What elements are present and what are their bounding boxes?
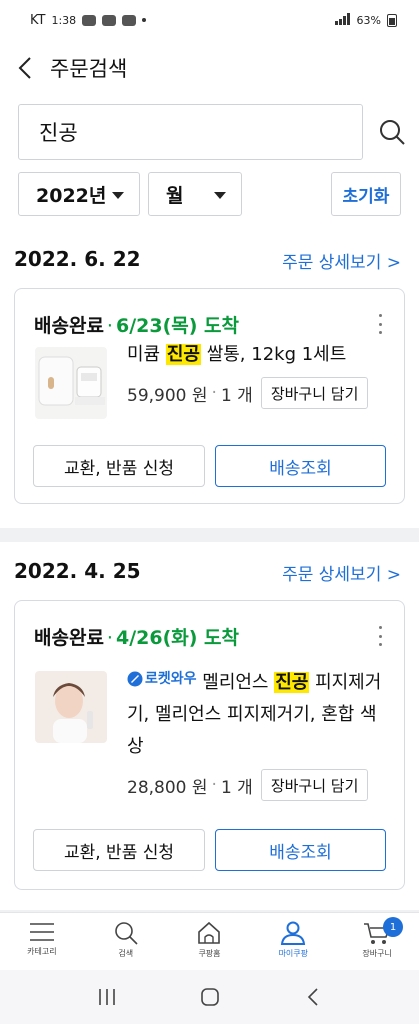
home-square-icon	[200, 988, 219, 1006]
price-row: 59,900 원 · 1 개 장바구니 담기	[127, 377, 390, 409]
arrival-date: 4/26(화) 도착	[115, 627, 239, 649]
rocket-icon	[127, 671, 143, 687]
tab-label: 마이쿠팡	[278, 949, 309, 958]
exchange-return-button[interactable]: 교환, 반품 신청	[33, 829, 205, 871]
person-icon	[281, 921, 306, 945]
add-to-cart-button[interactable]: 장바구니 담기	[260, 377, 369, 409]
recent-apps-icon	[98, 989, 115, 1005]
back-button[interactable]	[0, 40, 50, 96]
exchange-return-button[interactable]: 교환, 반품 신청	[33, 445, 205, 487]
search-icon	[380, 120, 405, 145]
tab-category[interactable]: 카테고리	[0, 913, 84, 970]
cart-count-badge: 1	[383, 917, 404, 937]
product-title[interactable]: 미큠 진공 쌀통, 12kg 1세트	[127, 339, 390, 371]
home-icon	[198, 921, 221, 944]
arrival-date: 6/23(목) 도착	[115, 315, 239, 337]
delivery-status: 배송완료 · 6/23(목) 도착	[34, 315, 239, 337]
menu-icon	[29, 923, 54, 941]
order-detail-link[interactable]: 주문 상세보기 >	[282, 248, 401, 273]
track-delivery-button[interactable]: 배송조회	[215, 829, 386, 871]
caret-down-icon	[112, 192, 124, 199]
search-icon	[114, 922, 138, 945]
notification-icon	[122, 14, 137, 26]
more-options-icon[interactable]	[370, 311, 390, 337]
more-options-icon[interactable]	[370, 623, 390, 649]
tab-my-coupang[interactable]: 마이쿠팡	[251, 913, 335, 970]
search-input[interactable]	[18, 104, 363, 160]
recent-apps-button[interactable]	[87, 977, 127, 1017]
back-system-button[interactable]	[293, 977, 333, 1017]
home-button[interactable]	[190, 977, 230, 1017]
order-group: 2022. 4. 25 주문 상세보기 > 배송완료 · 4/26(화) 도착 로켓…	[0, 542, 419, 910]
order-card: 배송완료 · 4/26(화) 도착 로켓와우 멜리언스 진공 피지제거기, 멜리언스…	[14, 600, 405, 890]
order-date: 2022. 6. 22	[14, 247, 141, 271]
order-detail-link[interactable]: 주문 상세보기 >	[282, 560, 401, 585]
track-delivery-button[interactable]: 배송조회	[215, 445, 386, 487]
add-to-cart-button[interactable]: 장바구니 담기	[260, 769, 369, 801]
delivery-status: 배송완료 · 4/26(화) 도착	[34, 627, 239, 649]
product-info: 미큠 진공 쌀통, 12kg 1세트 59,900 원 · 1 개 장바구니 담…	[127, 339, 390, 409]
more-notifications-icon	[142, 18, 147, 22]
caret-down-icon	[214, 192, 226, 199]
tab-label: 검색	[118, 949, 134, 958]
status-label: 배송완료	[34, 315, 104, 337]
product-image[interactable]	[35, 347, 107, 419]
order-date: 2022. 4. 25	[14, 559, 141, 583]
search-highlight: 진공	[165, 344, 201, 365]
year-select[interactable]: 2022년	[18, 172, 140, 216]
order-actions: 교환, 반품 신청 배송조회	[33, 829, 386, 871]
status-bar: KT 1:38 63%	[0, 0, 419, 40]
signal-icon	[334, 12, 351, 28]
clock: 1:38	[51, 13, 77, 27]
status-label: 배송완료	[34, 627, 104, 649]
page-title: 주문검색	[50, 57, 128, 81]
tab-home[interactable]: 쿠팡홈	[168, 913, 252, 970]
battery-icon	[387, 13, 397, 27]
header: 주문검색	[0, 40, 419, 96]
product-quantity: 1 개	[220, 777, 253, 798]
notification-icon	[102, 14, 117, 26]
product-title[interactable]: 로켓와우 멜리언스 진공 피지제거기, 멜리언스 피지제거기, 혼합 색상	[127, 663, 390, 763]
battery-percent: 63%	[356, 13, 381, 27]
product-image[interactable]	[35, 671, 107, 743]
search-highlight: 진공	[274, 672, 310, 693]
year-value: 2022년	[36, 184, 107, 207]
tab-cart[interactable]: 1 장바구니	[335, 913, 419, 970]
product-price: 59,900 원	[127, 385, 208, 406]
chevron-left-icon	[307, 988, 318, 1006]
tab-search[interactable]: 검색	[84, 913, 168, 970]
reset-button[interactable]: 초기화	[331, 172, 401, 216]
month-value: 월	[166, 184, 184, 207]
notification-icon	[82, 14, 97, 26]
month-select[interactable]: 월	[148, 172, 242, 216]
order-card: 배송완료 · 6/23(목) 도착 미큠 진공 쌀통, 12kg 1세트 59,90…	[14, 288, 405, 504]
tab-label: 쿠팡홈	[198, 949, 221, 958]
search-button[interactable]	[372, 112, 412, 152]
bottom-tab-bar: 카테고리 검색 쿠팡홈 마이쿠팡 1 장바구니	[0, 912, 419, 970]
price-row: 28,800 원 · 1 개 장바구니 담기	[127, 769, 390, 801]
order-group: 2022. 6. 22 주문 상세보기 > 배송완료 · 6/23(목) 도착 미큠…	[0, 230, 419, 528]
search-row	[0, 96, 419, 166]
product-price: 28,800 원	[127, 777, 208, 798]
tab-label: 장바구니	[362, 949, 392, 958]
chevron-left-icon	[18, 57, 31, 79]
carrier-label: KT	[30, 12, 46, 28]
system-nav-bar	[0, 970, 419, 1024]
filter-row: 2022년 월 초기화	[0, 166, 419, 230]
order-actions: 교환, 반품 신청 배송조회	[33, 445, 386, 487]
tab-label: 카테고리	[27, 947, 57, 956]
order-group-header: 2022. 4. 25 주문 상세보기 >	[0, 542, 419, 598]
product-info: 로켓와우 멜리언스 진공 피지제거기, 멜리언스 피지제거기, 혼합 색상 28…	[127, 663, 390, 801]
rocket-wow-badge: 로켓와우	[127, 663, 197, 695]
product-quantity: 1 개	[220, 385, 253, 406]
order-group-header: 2022. 6. 22 주문 상세보기 >	[0, 230, 419, 286]
